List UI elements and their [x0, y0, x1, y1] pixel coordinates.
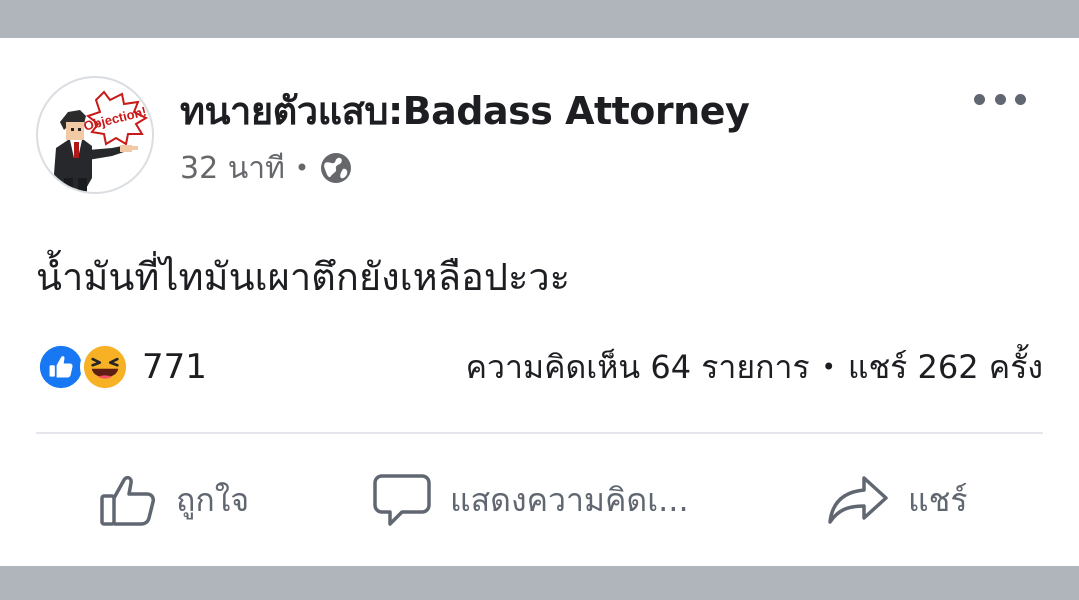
stats-separator: •: [821, 353, 836, 381]
post-actions-bar: ถูกใจ แสดงความคิดเ... แชร์: [0, 466, 1079, 534]
haha-reaction-icon: [80, 342, 130, 392]
share-arrow-icon: [828, 476, 888, 524]
meta-separator: •: [294, 154, 309, 182]
post-card: Objection! ทนายตัวแสบ:Badass Attorney 32…: [0, 38, 1079, 566]
like-button[interactable]: ถูกใจ: [98, 466, 249, 534]
speech-bubble-icon: [373, 474, 431, 526]
reactions-summary[interactable]: 771: [36, 341, 207, 393]
share-button[interactable]: แชร์: [826, 466, 968, 534]
page-name-link[interactable]: ทนายตัวแสบ:Badass Attorney: [180, 80, 750, 141]
page-avatar[interactable]: Objection!: [36, 76, 154, 194]
thumbs-up-icon: [100, 475, 155, 526]
actions-divider: [36, 432, 1043, 434]
comment-button[interactable]: แสดงความคิดเ...: [372, 466, 689, 534]
like-label: ถูกใจ: [176, 480, 250, 519]
share-label: แชร์: [908, 480, 968, 519]
reaction-count: 771: [142, 347, 207, 387]
shares-count-link[interactable]: แชร์ 262 ครั้ง: [848, 342, 1043, 393]
more-dot-icon: [1015, 93, 1026, 105]
more-dot-icon: [974, 93, 985, 105]
post-timestamp[interactable]: 32 นาที: [180, 145, 285, 192]
more-options-button[interactable]: [968, 82, 1032, 116]
post-body-text: น้ำมันที่ไทมันเผาตึกยังเหลือปะวะ: [36, 255, 571, 299]
more-dot-icon: [994, 93, 1006, 105]
globe-icon: [321, 153, 351, 183]
top-feed-separator: [0, 0, 1079, 38]
like-reaction-icon: [36, 342, 86, 392]
comments-count-link[interactable]: ความคิดเห็น 64 รายการ: [466, 342, 810, 393]
post-meta: 32 นาที •: [180, 146, 353, 190]
engagement-stats: ความคิดเห็น 64 รายการ • แชร์ 262 ครั้ง: [466, 341, 1043, 393]
comment-label: แสดงความคิดเ...: [450, 480, 689, 519]
bottom-feed-separator: [0, 566, 1079, 600]
attorney-avatar-image: Objection!: [54, 90, 149, 192]
